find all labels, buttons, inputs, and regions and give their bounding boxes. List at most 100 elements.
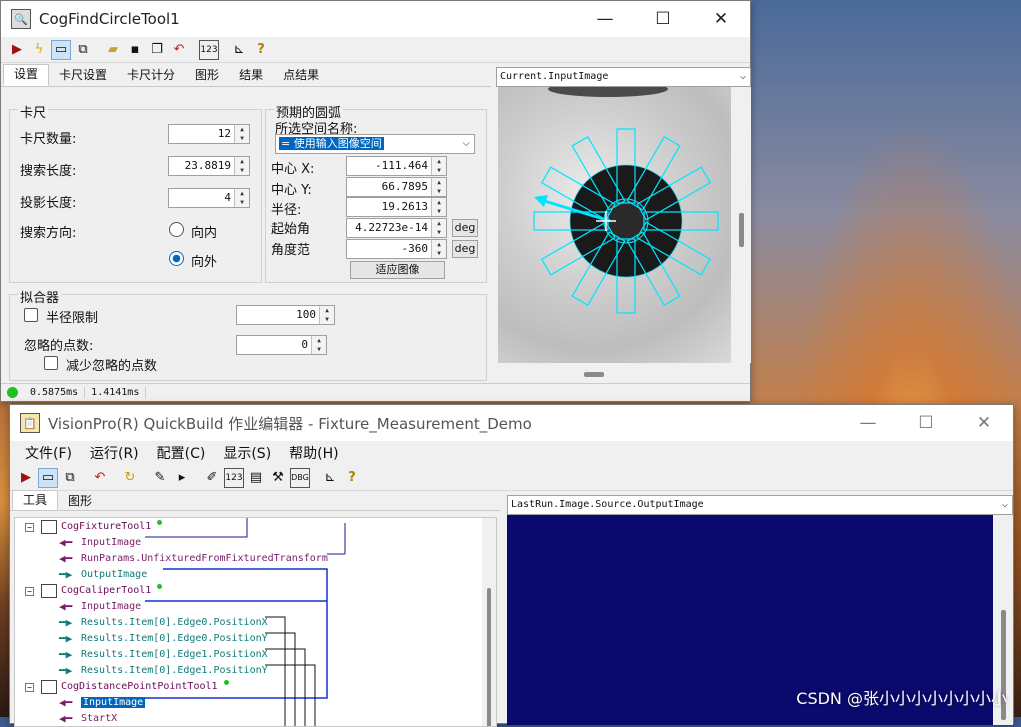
angle-span-input[interactable]: -360: [346, 239, 447, 259]
tool-name: CogFixtureTool1: [61, 521, 152, 532]
caliper-count-input[interactable]: 12: [168, 124, 250, 144]
terminal-name: InputImage: [81, 601, 142, 612]
help-icon[interactable]: ?: [342, 468, 362, 488]
inward-radio[interactable]: [169, 222, 184, 237]
tree-tool-node[interactable]: − CogCaliperTool1: [15, 583, 485, 599]
qb-tabs: 工具 图形: [10, 490, 500, 511]
tab-results[interactable]: 结果: [229, 66, 273, 86]
center-y-input[interactable]: 66.7895: [346, 177, 447, 197]
image-horizontal-scrollbar[interactable]: [498, 363, 731, 383]
help-icon[interactable]: ?: [251, 40, 271, 60]
qb-minimize-button[interactable]: —: [839, 405, 897, 441]
tree-terminal-node[interactable]: ◀━ InputImage: [15, 535, 485, 551]
tree-tool-node[interactable]: − CogDistancePointPointTool1: [15, 679, 485, 695]
close-button[interactable]: ✕: [692, 1, 750, 37]
ignore-points-input[interactable]: 0: [236, 335, 327, 355]
tab-graphics[interactable]: 图形: [185, 66, 229, 86]
tools-icon[interactable]: ⚒: [268, 468, 288, 488]
maximize-button[interactable]: ☐: [634, 1, 692, 37]
image-source-select[interactable]: Current.InputImage ⌵: [496, 67, 751, 87]
clipboard-icon: 📋: [20, 413, 40, 433]
angle-span-label: 角度范: [271, 243, 311, 258]
tab-caliper-settings[interactable]: 卡尺设置: [49, 66, 117, 86]
reset-icon[interactable]: ↶: [90, 468, 110, 488]
run-icon[interactable]: ▶: [16, 468, 36, 488]
tool-name: CogCaliperTool1: [61, 585, 152, 596]
scroll-thumb[interactable]: [739, 213, 744, 247]
settings-pane: 设置 卡尺设置 卡尺计分 图形 结果 点结果 卡尺 卡尺数量: 12 搜索长度:…: [1, 64, 491, 383]
radius-limit-checkbox[interactable]: [24, 308, 38, 322]
radius-input[interactable]: 19.2613: [346, 197, 447, 217]
collapse-toggle[interactable]: −: [25, 523, 34, 532]
fit-image-button[interactable]: 适应图像: [350, 261, 445, 279]
menu-file[interactable]: 文件(F): [25, 443, 72, 463]
start-angle-input[interactable]: 4.22723e-14: [346, 218, 447, 238]
tree-terminal-node[interactable]: ◀━ StartX: [15, 711, 485, 726]
lightning-icon[interactable]: ϟ: [29, 40, 49, 60]
sync-icon[interactable]: ↻: [120, 468, 140, 488]
menu-run[interactable]: 运行(R): [90, 443, 139, 463]
tree-scrollbar[interactable]: [482, 518, 496, 726]
plug-icon[interactable]: ▸: [172, 468, 192, 488]
collapse-toggle[interactable]: −: [25, 587, 34, 596]
tab-caliper-scoring[interactable]: 卡尺计分: [117, 66, 185, 86]
angle-span-unit[interactable]: deg: [452, 240, 478, 258]
numbers-icon[interactable]: 123: [224, 467, 244, 488]
edit-icon[interactable]: ✐: [202, 468, 222, 488]
qb-title-bar[interactable]: 📋 VisionPro(R) QuickBuild 作业编辑器 - Fixtur…: [10, 405, 1013, 441]
menu-view[interactable]: 显示(S): [223, 443, 271, 463]
save-icon[interactable]: ▪: [125, 40, 145, 60]
display-icon[interactable]: ▭: [38, 467, 58, 488]
tree-terminal-node[interactable]: ━▶ Results.Item[0].Edge0.PositionY: [15, 631, 485, 647]
menu-config[interactable]: 配置(C): [157, 443, 206, 463]
dbg-icon[interactable]: DBG: [290, 467, 310, 488]
tree-terminal-node[interactable]: ━▶ Results.Item[0].Edge1.PositionY: [15, 663, 485, 679]
display-icon[interactable]: ▭: [51, 39, 71, 60]
ruler-icon[interactable]: ⊾: [320, 468, 340, 488]
space-name-select[interactable]: = 使用输入图像空间 ⌵: [275, 134, 475, 154]
copy-icon[interactable]: ❐: [147, 40, 167, 60]
h-scroll-thumb[interactable]: [584, 372, 604, 377]
tree-terminal-node[interactable]: ◀━ RunParams.UnfixturedFromFixturedTransf…: [15, 551, 485, 567]
open-folder-icon[interactable]: ▰: [103, 40, 123, 60]
find-circle-tool-window: 🔍 CogFindCircleTool1 — ☐ ✕ ▶ ϟ ▭ ⧉ ▰ ▪ ❐…: [0, 0, 751, 402]
projection-length-input[interactable]: 4: [168, 188, 250, 208]
windows-icon[interactable]: ⧉: [60, 468, 80, 488]
reset-icon[interactable]: ↶: [169, 40, 189, 60]
center-x-input[interactable]: -111.464: [346, 156, 447, 176]
start-angle-label: 起始角: [271, 222, 311, 237]
numbers-icon[interactable]: 123: [199, 39, 219, 60]
radius-limit-input[interactable]: 100: [236, 305, 335, 325]
search-length-input[interactable]: 23.8819: [168, 156, 250, 176]
image-vertical-scrollbar[interactable]: [731, 87, 751, 363]
windows-icon[interactable]: ⧉: [73, 40, 93, 60]
minimize-button[interactable]: —: [576, 1, 634, 37]
image-display[interactable]: [498, 87, 731, 363]
start-angle-unit[interactable]: deg: [452, 219, 478, 237]
tree-terminal-node[interactable]: ━▶ Results.Item[0].Edge1.PositionX: [15, 647, 485, 663]
tool-name: CogDistancePointPointTool1: [61, 681, 218, 692]
tree-terminal-node[interactable]: ◀━ InputImage: [15, 695, 485, 711]
title-bar[interactable]: 🔍 CogFindCircleTool1 — ☐ ✕: [1, 1, 750, 37]
tab-graphics[interactable]: 图形: [58, 492, 102, 510]
tree-tool-node[interactable]: − CogFixtureTool1: [15, 519, 485, 535]
tree-terminal-node[interactable]: ━▶ OutputImage: [15, 567, 485, 583]
reduce-ignored-checkbox[interactable]: [44, 356, 58, 370]
menu-help[interactable]: 帮助(H): [289, 443, 338, 463]
collapse-toggle[interactable]: −: [25, 683, 34, 692]
qb-close-button[interactable]: ✕: [955, 405, 1013, 441]
run-icon[interactable]: ▶: [7, 40, 27, 60]
tree-terminal-node[interactable]: ◀━ InputImage: [15, 599, 485, 615]
outward-radio[interactable]: [169, 251, 184, 266]
ruler-icon[interactable]: ⊾: [229, 40, 249, 60]
tab-tools[interactable]: 工具: [12, 490, 59, 510]
tab-settings[interactable]: 设置: [3, 64, 50, 86]
terminal-icon[interactable]: ▤: [246, 468, 266, 488]
qb-maximize-button[interactable]: ☐: [897, 405, 955, 441]
tab-point-results[interactable]: 点结果: [273, 66, 329, 86]
brush-icon[interactable]: ✎: [150, 468, 170, 488]
tree-terminal-node[interactable]: ━▶ Results.Item[0].Edge0.PositionX: [15, 615, 485, 631]
qb-image-source-select[interactable]: LastRun.Image.Source.OutputImage ⌵: [507, 495, 1013, 515]
tree-scroll-thumb[interactable]: [487, 588, 491, 726]
tool-tree: − CogFixtureTool1 ◀━ InputImage ◀━ RunParams.…: [14, 517, 497, 727]
